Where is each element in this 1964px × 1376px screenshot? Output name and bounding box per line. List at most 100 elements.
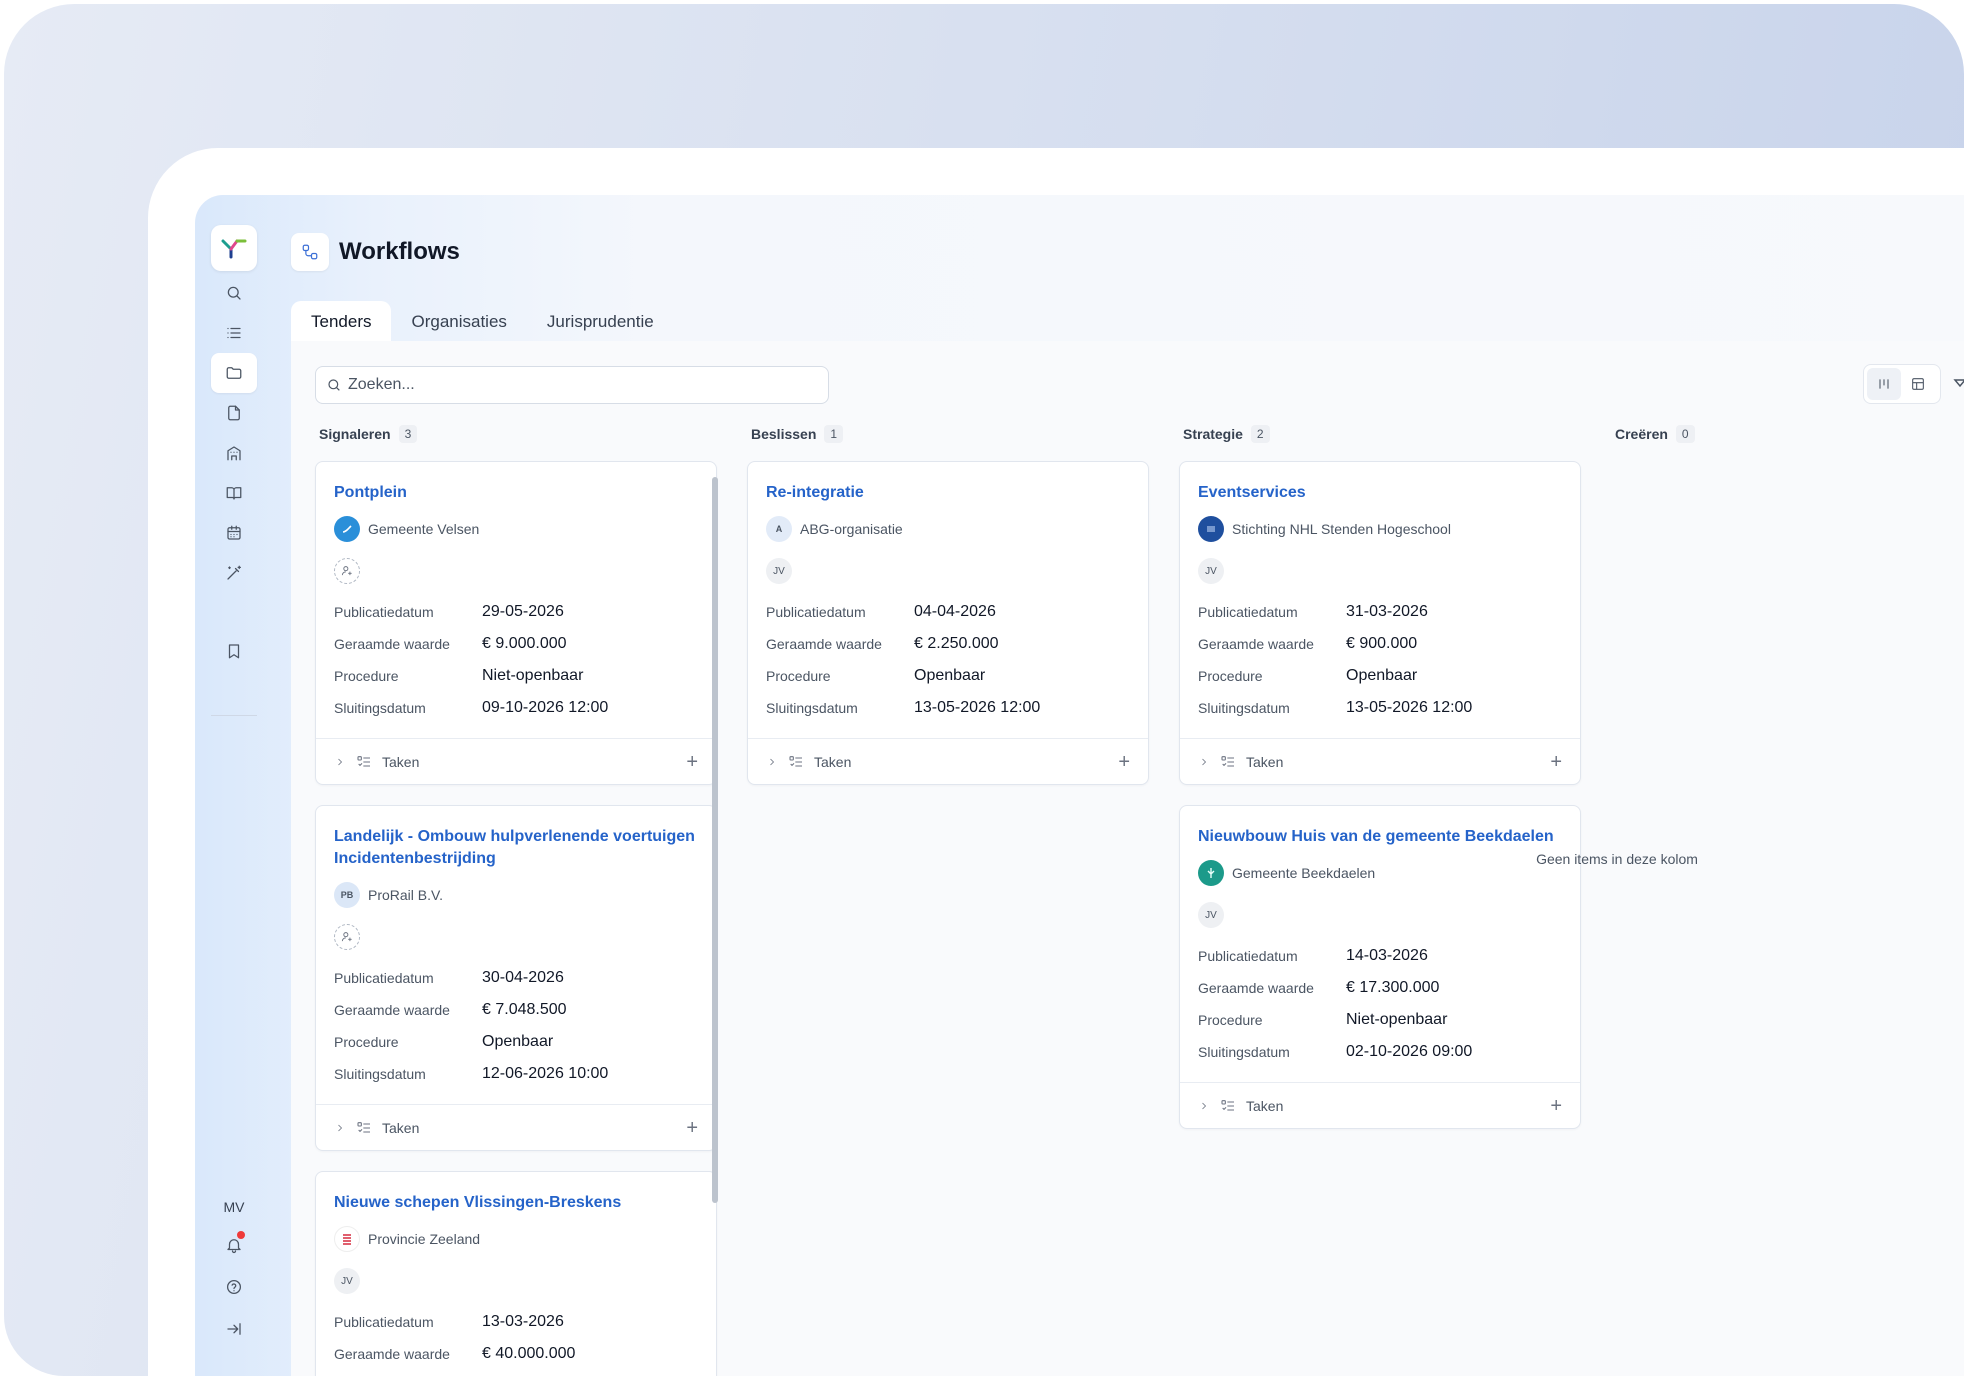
chevron-right-icon	[338, 1124, 343, 1131]
help-icon[interactable]	[211, 1267, 257, 1307]
search-input[interactable]	[348, 376, 808, 394]
assignee-avatar[interactable]: JV	[334, 1268, 360, 1294]
card-title[interactable]: Eventservices	[1198, 482, 1568, 504]
add-task-button[interactable]: +	[1118, 752, 1130, 772]
field-value: 09-10-2026 12:00	[482, 699, 609, 716]
organisation-name: Gemeente Velsen	[368, 521, 480, 537]
table-icon	[1912, 378, 1924, 390]
field-value: € 17.300.000	[1346, 979, 1440, 996]
field-row: Procedure Niet-openbaar	[334, 660, 704, 692]
calendar-icon[interactable]	[211, 513, 257, 553]
tasks-toggle[interactable]: Taken	[334, 754, 419, 770]
tender-card[interactable]: Eventservices Stichting NHL Stenden Hoge…	[1179, 461, 1581, 785]
document-icon[interactable]	[211, 393, 257, 433]
magic-wand-icon[interactable]	[211, 553, 257, 593]
column-title: Signaleren	[319, 426, 391, 442]
tasks-toggle[interactable]: Taken	[1198, 754, 1283, 770]
tender-card[interactable]: Pontplein Gemeente Velsen Publicatiedatu…	[315, 461, 717, 785]
field-row: Publicatiedatum 31-03-2026	[1198, 596, 1568, 628]
tender-card[interactable]: Re-integratie A ABG-organisatie JV Publi…	[747, 461, 1149, 785]
tasks-toggle[interactable]: Taken	[766, 754, 851, 770]
tab-organisaties[interactable]: Organisaties	[391, 301, 526, 341]
card-title[interactable]: Re-integratie	[766, 482, 1136, 504]
add-user-icon	[341, 932, 352, 942]
card-title[interactable]: Pontplein	[334, 482, 704, 504]
field-row: Sluitingsdatum 12-06-2026 10:00	[334, 1058, 704, 1090]
tasks-toggle[interactable]: Taken	[334, 1120, 419, 1136]
field-row: Publicatiedatum 04-04-2026	[766, 596, 1136, 628]
card-fields: Publicatiedatum 04-04-2026 Geraamde waard…	[766, 596, 1136, 724]
chevron-right-icon	[1202, 1102, 1207, 1109]
card-organisation: Gemeente Velsen	[334, 516, 479, 542]
card-title[interactable]: Landelijk - Ombouw hulpverlenende voertu…	[334, 826, 704, 870]
checklist-icon	[357, 755, 370, 767]
field-row: Publicatiedatum 13-03-2026	[334, 1306, 704, 1338]
field-value: € 7.048.500	[482, 1001, 567, 1018]
card-title[interactable]: Nieuwe schepen Vlissingen-Breskens	[334, 1192, 704, 1214]
collapse-sidebar-icon[interactable]	[211, 1309, 257, 1349]
table-view-button[interactable]	[1901, 368, 1935, 400]
tender-card[interactable]: Nieuwe schepen Vlissingen-Breskens Provi…	[315, 1171, 717, 1376]
organisation-name: Stichting NHL Stenden Hogeschool	[1232, 521, 1451, 537]
card-tasks-footer: Taken +	[316, 738, 716, 784]
tasks-toggle[interactable]: Taken	[1198, 1098, 1283, 1114]
tab-jurisprudentie[interactable]: Jurisprudentie	[527, 301, 674, 341]
field-label: Publicatiedatum	[1198, 948, 1298, 964]
assignee-avatar[interactable]: JV	[1198, 558, 1224, 584]
organisation-logo	[334, 1226, 360, 1252]
card-organisation: PB ProRail B.V.	[334, 882, 443, 908]
field-value: Openbaar	[482, 1033, 554, 1050]
card-organisation: Stichting NHL Stenden Hogeschool	[1198, 516, 1451, 542]
tender-card[interactable]: Landelijk - Ombouw hulpverlenende voertu…	[315, 805, 717, 1151]
scrollbar-thumb[interactable]	[712, 477, 718, 1203]
add-task-button[interactable]: +	[686, 1118, 698, 1138]
field-value: € 2.250.000	[914, 635, 999, 652]
chevron-right-icon	[770, 758, 775, 765]
field-value: € 9.000.000	[482, 635, 567, 652]
tab-tenders[interactable]: Tenders	[291, 301, 392, 341]
chevron-right-icon	[1202, 758, 1207, 765]
checklist-icon	[789, 755, 802, 767]
field-label: Sluitingsdatum	[1198, 700, 1290, 716]
card-organisation: Provincie Zeeland	[334, 1226, 480, 1252]
screen: MV Workflows Tenders Organisaties Jurisp…	[148, 148, 1964, 1376]
column-scrollbar[interactable]	[711, 469, 719, 1349]
card-title[interactable]: Nieuwbouw Huis van de gemeente Beekdaele…	[1198, 826, 1568, 848]
tab-bar: Tenders Organisaties Jurisprudentie	[291, 301, 674, 341]
add-task-button[interactable]: +	[686, 752, 698, 772]
search-box[interactable]	[315, 366, 829, 404]
add-task-button[interactable]: +	[1550, 752, 1562, 772]
workflow-icon	[291, 233, 329, 271]
field-label: Sluitingsdatum	[1198, 1044, 1290, 1060]
field-label: Geraamde waarde	[334, 636, 450, 652]
field-label: Publicatiedatum	[1198, 604, 1298, 620]
filter-icon[interactable]	[1953, 377, 1964, 391]
add-task-button[interactable]: +	[1550, 1096, 1562, 1116]
book-icon[interactable]	[211, 473, 257, 513]
field-value: Openbaar	[1346, 667, 1418, 684]
app-logo[interactable]	[211, 225, 257, 271]
folder-icon[interactable]	[211, 353, 257, 393]
field-row: Procedure Openbaar	[334, 1026, 704, 1058]
add-assignee-button[interactable]	[334, 924, 360, 950]
field-value: 30-04-2026	[482, 969, 564, 986]
assignee-avatar[interactable]: JV	[766, 558, 792, 584]
assignee-avatar[interactable]: JV	[1198, 902, 1224, 928]
field-value: 31-03-2026	[1346, 603, 1428, 620]
search-icon[interactable]	[211, 273, 257, 313]
field-row: Sluitingsdatum 09-10-2026 12:00	[334, 692, 704, 724]
column-header-creeren: Creëren 0	[1615, 425, 1695, 443]
field-label: Publicatiedatum	[334, 970, 434, 986]
user-avatar[interactable]: MV	[211, 1195, 257, 1219]
add-assignee-button[interactable]	[334, 558, 360, 584]
bell-icon[interactable]	[211, 1225, 257, 1265]
field-label: Procedure	[334, 668, 399, 684]
field-value: 29-05-2026	[482, 603, 564, 620]
list-icon[interactable]	[211, 313, 257, 353]
card-fields: Publicatiedatum 13-03-2026 Geraamde waard…	[334, 1306, 704, 1370]
kanban-view-button[interactable]	[1867, 368, 1901, 400]
bookmark-icon[interactable]	[211, 631, 257, 671]
field-value: Niet-openbaar	[1346, 1011, 1448, 1028]
building-icon[interactable]	[211, 433, 257, 473]
organisation-logo: A	[766, 516, 792, 542]
